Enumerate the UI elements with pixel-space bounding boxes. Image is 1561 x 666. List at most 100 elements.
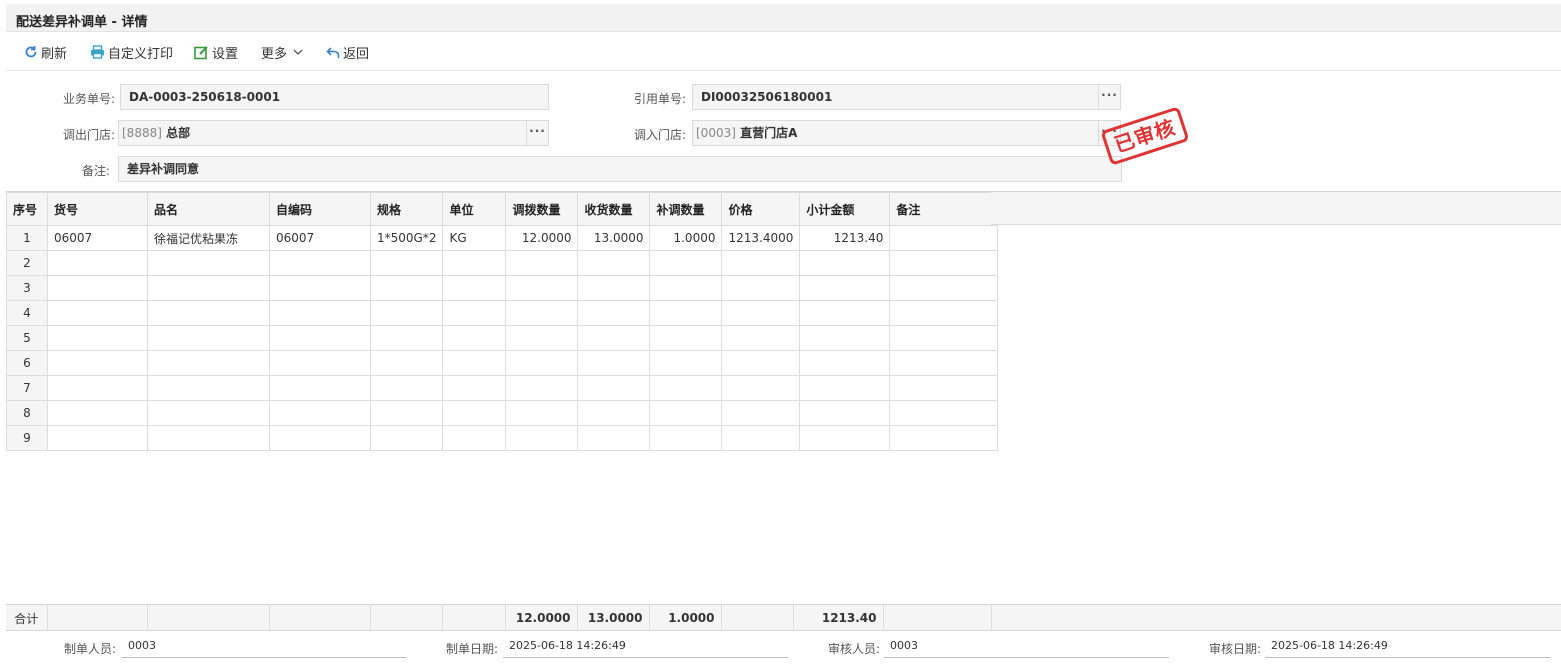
cell-sku[interactable] <box>47 325 148 351</box>
cell-price[interactable] <box>721 350 801 376</box>
cell-spec[interactable] <box>369 300 444 326</box>
cell-remark[interactable] <box>889 375 999 401</box>
cell-spec[interactable] <box>369 400 444 426</box>
cell-received-qty[interactable] <box>577 350 651 376</box>
cell-subtotal[interactable] <box>799 325 891 351</box>
biz-no-field[interactable]: DA-0003-250618-0001 <box>120 84 549 110</box>
cell-price[interactable] <box>721 300 801 326</box>
cell-unit[interactable] <box>442 250 507 276</box>
out-store-lookup-button[interactable]: ··· <box>526 121 548 145</box>
cell-name[interactable] <box>147 250 270 276</box>
cell-sku[interactable] <box>47 425 148 451</box>
column-header[interactable]: 收货数量 <box>577 192 651 226</box>
cell-code[interactable] <box>269 275 371 301</box>
cell-sku[interactable] <box>47 350 148 376</box>
cell-unit[interactable] <box>442 300 507 326</box>
back-button[interactable]: 返回 <box>326 43 369 62</box>
cell-code[interactable] <box>269 250 371 276</box>
cell-unit[interactable] <box>442 400 507 426</box>
cell-subtotal[interactable] <box>799 375 891 401</box>
cell-spec[interactable] <box>369 350 444 376</box>
cell-transfer-qty[interactable]: 12.0000 <box>505 225 579 251</box>
custom-print-button[interactable]: 自定义打印 <box>90 43 173 62</box>
cell-sku[interactable] <box>47 400 148 426</box>
cell-name[interactable] <box>147 325 270 351</box>
cell-price[interactable] <box>721 375 801 401</box>
cell-transfer-qty[interactable] <box>505 350 579 376</box>
out-store-field[interactable]: [8888] 总部 ··· <box>118 120 549 146</box>
cell-unit[interactable] <box>442 375 507 401</box>
cell-subtotal[interactable]: 1213.40 <box>799 225 891 251</box>
column-header[interactable]: 货号 <box>47 192 148 226</box>
cell-subtotal[interactable] <box>799 425 891 451</box>
cell-name[interactable] <box>147 300 270 326</box>
cell-unit[interactable]: KG <box>442 225 507 251</box>
cell-sku[interactable] <box>47 300 148 326</box>
cell-name[interactable]: 徐福记优粘果冻 <box>147 225 270 251</box>
column-header[interactable]: 品名 <box>147 192 270 226</box>
cell-code[interactable] <box>269 325 371 351</box>
cell-adjust-qty[interactable] <box>649 325 723 351</box>
cell-transfer-qty[interactable] <box>505 325 579 351</box>
cell-adjust-qty[interactable] <box>649 400 723 426</box>
cell-name[interactable] <box>147 350 270 376</box>
table-row[interactable]: 8 <box>6 400 999 426</box>
table-row[interactable]: 9 <box>6 425 999 451</box>
cell-received-qty[interactable] <box>577 400 651 426</box>
cell-price[interactable] <box>721 250 801 276</box>
cell-received-qty[interactable] <box>577 250 651 276</box>
table-row[interactable]: 1 06007 徐福记优粘果冻 06007 1*500G*2 KG 12.0000 13.00… <box>6 225 999 251</box>
cell-subtotal[interactable] <box>799 275 891 301</box>
cell-sku[interactable]: 06007 <box>47 225 148 251</box>
cell-transfer-qty[interactable] <box>505 275 579 301</box>
cell-transfer-qty[interactable] <box>505 300 579 326</box>
cell-remark[interactable] <box>889 325 999 351</box>
cell-transfer-qty[interactable] <box>505 425 579 451</box>
cell-price[interactable] <box>721 400 801 426</box>
cell-adjust-qty[interactable] <box>649 275 723 301</box>
cell-adjust-qty[interactable] <box>649 425 723 451</box>
settings-button[interactable]: 设置 <box>194 43 238 62</box>
cell-remark[interactable] <box>889 350 999 376</box>
cell-subtotal[interactable] <box>799 300 891 326</box>
cell-sku[interactable] <box>47 250 148 276</box>
cell-price[interactable] <box>721 325 801 351</box>
column-header[interactable]: 序号 <box>6 192 48 226</box>
cell-remark[interactable] <box>889 425 999 451</box>
column-header[interactable]: 小计金额 <box>799 192 891 226</box>
cell-remark[interactable] <box>889 250 999 276</box>
cell-adjust-qty[interactable] <box>649 250 723 276</box>
cell-code[interactable]: 06007 <box>269 225 371 251</box>
column-header[interactable]: 补调数量 <box>649 192 723 226</box>
cell-price[interactable] <box>721 275 801 301</box>
cell-remark[interactable] <box>889 225 999 251</box>
cell-sku[interactable] <box>47 375 148 401</box>
column-header[interactable]: 调拨数量 <box>505 192 579 226</box>
table-row[interactable]: 7 <box>6 375 999 401</box>
cell-received-qty[interactable] <box>577 375 651 401</box>
cell-code[interactable] <box>269 350 371 376</box>
cell-name[interactable] <box>147 400 270 426</box>
cell-transfer-qty[interactable] <box>505 375 579 401</box>
table-row[interactable]: 2 <box>6 250 999 276</box>
cell-code[interactable] <box>269 300 371 326</box>
cell-spec[interactable] <box>369 250 444 276</box>
cell-name[interactable] <box>147 425 270 451</box>
cell-adjust-qty[interactable] <box>649 300 723 326</box>
cell-received-qty[interactable] <box>577 300 651 326</box>
cell-sku[interactable] <box>47 275 148 301</box>
cell-received-qty[interactable]: 13.0000 <box>577 225 651 251</box>
cell-spec[interactable] <box>369 425 444 451</box>
table-row[interactable]: 5 <box>6 325 999 351</box>
column-header[interactable]: 单位 <box>442 192 507 226</box>
cell-spec[interactable] <box>369 275 444 301</box>
ref-no-field[interactable]: DI00032506180001 ··· <box>692 84 1121 110</box>
cell-unit[interactable] <box>442 425 507 451</box>
cell-code[interactable] <box>269 425 371 451</box>
cell-unit[interactable] <box>442 350 507 376</box>
in-store-field[interactable]: [0003] 直营门店A ··· <box>692 120 1121 146</box>
column-header[interactable]: 备注 <box>889 192 999 226</box>
cell-spec[interactable] <box>369 375 444 401</box>
cell-name[interactable] <box>147 375 270 401</box>
cell-received-qty[interactable] <box>577 325 651 351</box>
